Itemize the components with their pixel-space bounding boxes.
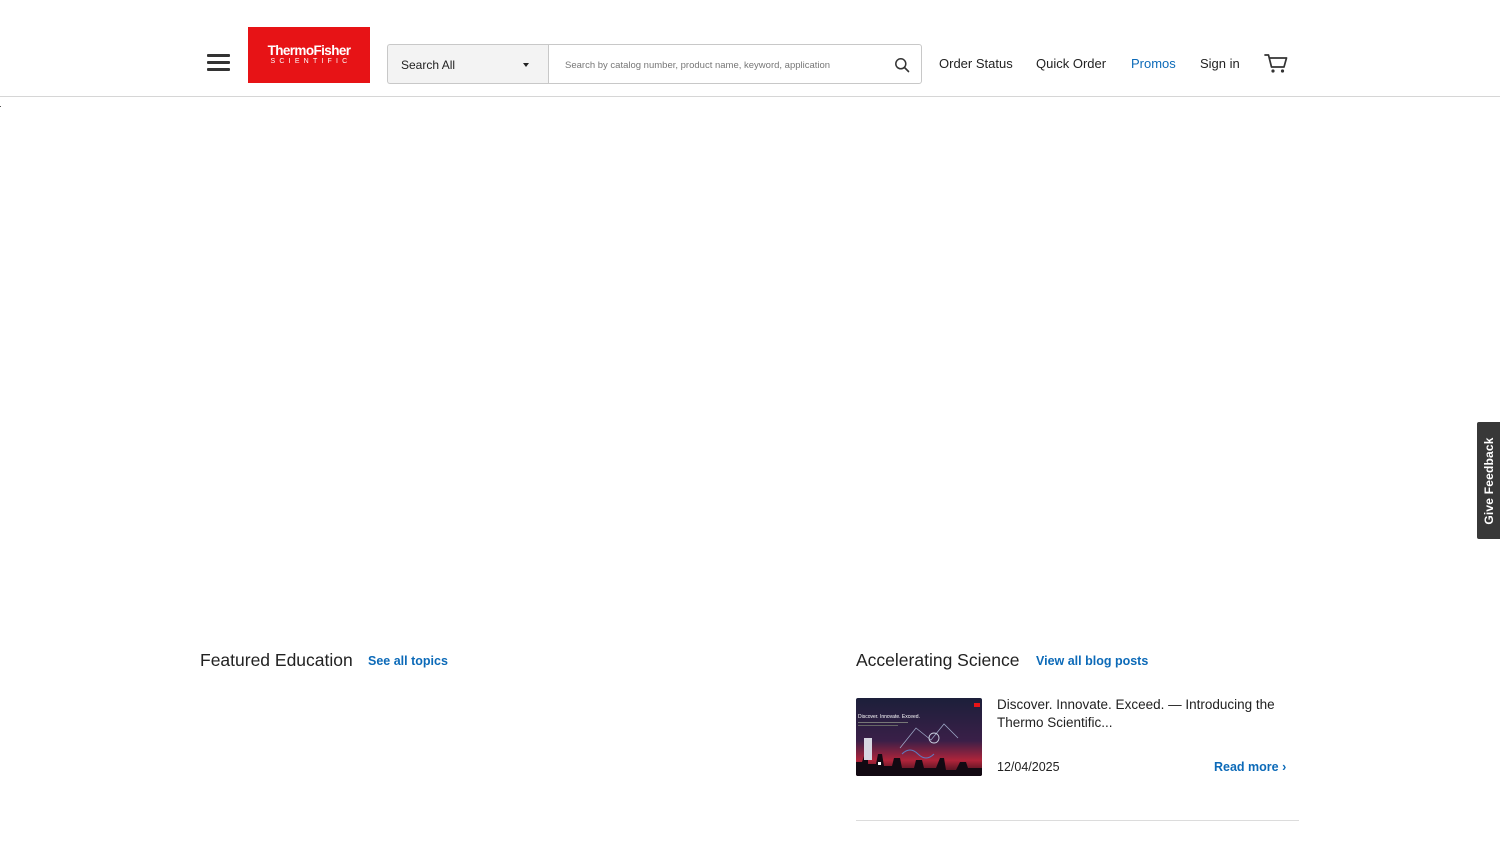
blog-post-title[interactable]: Discover. Innovate. Exceed. — Introducin… <box>997 696 1297 732</box>
read-more-link[interactable]: Read more › <box>1214 760 1286 774</box>
blog-post-thumbnail[interactable]: Discover. Innovate. Exceed. <box>856 698 982 776</box>
quick-order-link[interactable]: Quick Order <box>1036 56 1106 71</box>
logo-subtitle: SCIENTIFIC <box>270 58 352 65</box>
thermofisher-logo[interactable]: ThermoFisher SCIENTIFIC <box>248 27 370 83</box>
see-all-topics-link[interactable]: See all topics <box>368 654 448 668</box>
give-feedback-tab[interactable]: Give Feedback <box>1477 422 1500 539</box>
promos-link[interactable]: Promos <box>1131 56 1176 71</box>
accelerating-science-heading: Accelerating Science <box>856 650 1020 670</box>
site-header: ThermoFisher SCIENTIFIC Search All Order… <box>0 0 1500 97</box>
search-box <box>548 44 922 84</box>
cart-icon[interactable] <box>1264 53 1288 74</box>
featured-education-heading: Featured Education <box>200 650 353 670</box>
logo-wordmark: ThermoFisher <box>267 43 351 58</box>
blog-divider <box>856 820 1299 821</box>
page-artifact <box>0 106 1 107</box>
hamburger-menu-icon[interactable] <box>207 54 230 73</box>
blog-post-date: 12/04/2025 <box>997 760 1060 774</box>
order-status-link[interactable]: Order Status <box>939 56 1013 71</box>
chevron-down-icon <box>523 63 529 67</box>
thumbnail-text: Discover. Innovate. Exceed. <box>858 714 920 720</box>
give-feedback-label: Give Feedback <box>1481 436 1496 525</box>
view-all-blog-posts-link[interactable]: View all blog posts <box>1036 654 1148 668</box>
sign-in-link[interactable]: Sign in <box>1200 56 1240 71</box>
search-scope-dropdown[interactable]: Search All <box>387 44 549 84</box>
search-icon[interactable] <box>894 57 910 73</box>
search-scope-label: Search All <box>401 58 456 72</box>
search-input[interactable] <box>565 55 883 75</box>
